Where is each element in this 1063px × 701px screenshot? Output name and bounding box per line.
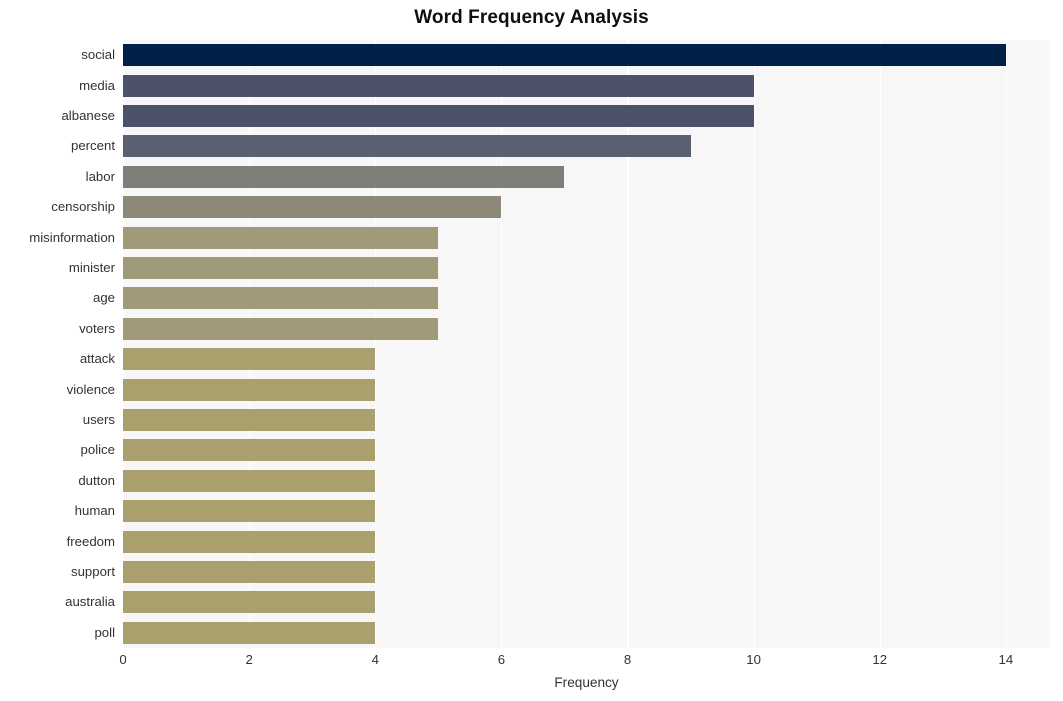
- bar: [123, 561, 376, 583]
- bar: [123, 135, 691, 158]
- y-axis-tick-label: media: [79, 77, 115, 93]
- y-axis-tick-label: percent: [71, 138, 115, 154]
- chart-title: Word Frequency Analysis: [414, 7, 649, 28]
- bar: [123, 530, 376, 553]
- y-axis-tick-label: minister: [68, 260, 115, 275]
- bar: [123, 409, 376, 431]
- bar: [123, 317, 439, 340]
- bar: [123, 257, 439, 279]
- bar: [123, 226, 439, 249]
- bar: [123, 348, 376, 371]
- y-axis-tick-label: police: [80, 442, 115, 458]
- y-axis-tick-label: poll: [94, 624, 115, 640]
- y-axis-tick-label: support: [71, 564, 115, 579]
- bar: [123, 439, 376, 462]
- x-axis-tick-label: 0: [119, 652, 127, 667]
- bar: [123, 287, 439, 310]
- bar: [123, 105, 754, 127]
- bar: [123, 74, 754, 97]
- x-axis-tick-label: 2: [245, 652, 253, 667]
- x-axis-tick-labels: 0 2 4 6 8 10 12 14: [0, 652, 1063, 672]
- y-axis-tick-label: human: [74, 503, 115, 519]
- y-axis-tick-label: social: [81, 47, 115, 63]
- bar: [123, 44, 1006, 67]
- y-axis-tick-label: australia: [65, 594, 115, 610]
- y-axis-tick-label: age: [92, 290, 115, 306]
- bar: [123, 500, 376, 523]
- plot-area: [123, 40, 1050, 648]
- bar: [123, 621, 376, 644]
- x-axis-title: Frequency: [554, 675, 619, 690]
- bar-series: [123, 40, 1050, 648]
- bar: [123, 196, 502, 219]
- y-axis-tick-label: dutton: [78, 472, 115, 488]
- x-axis-tick-label: 4: [371, 652, 379, 667]
- y-axis-tick-label: freedom: [66, 533, 115, 549]
- bar: [123, 165, 565, 188]
- y-axis-tick-label: misinformation: [29, 229, 115, 245]
- y-axis-tick-label: violence: [66, 381, 115, 397]
- y-axis-tick-label: voters: [79, 320, 115, 336]
- chart-figure: Word Frequency Analysis social media alban…: [0, 0, 1063, 701]
- y-axis-tick-label: albanese: [61, 108, 115, 123]
- y-axis-tick-label: labor: [85, 168, 115, 184]
- x-axis-tick-label: 6: [497, 652, 506, 667]
- x-axis-tick-label: 10: [746, 652, 761, 667]
- x-axis-tick-label: 14: [998, 652, 1014, 667]
- y-axis-tick-label: attack: [79, 351, 115, 367]
- y-axis-tick-labels: social media albanese percent labor censorshi…: [0, 40, 115, 648]
- x-axis-tick-label: 8: [623, 652, 632, 667]
- bar: [123, 591, 376, 614]
- bar: [123, 469, 376, 492]
- x-axis-tick-label: 12: [872, 652, 888, 667]
- bar: [123, 378, 376, 401]
- y-axis-tick-label: users: [82, 412, 115, 427]
- y-axis-tick-label: censorship: [51, 199, 115, 215]
